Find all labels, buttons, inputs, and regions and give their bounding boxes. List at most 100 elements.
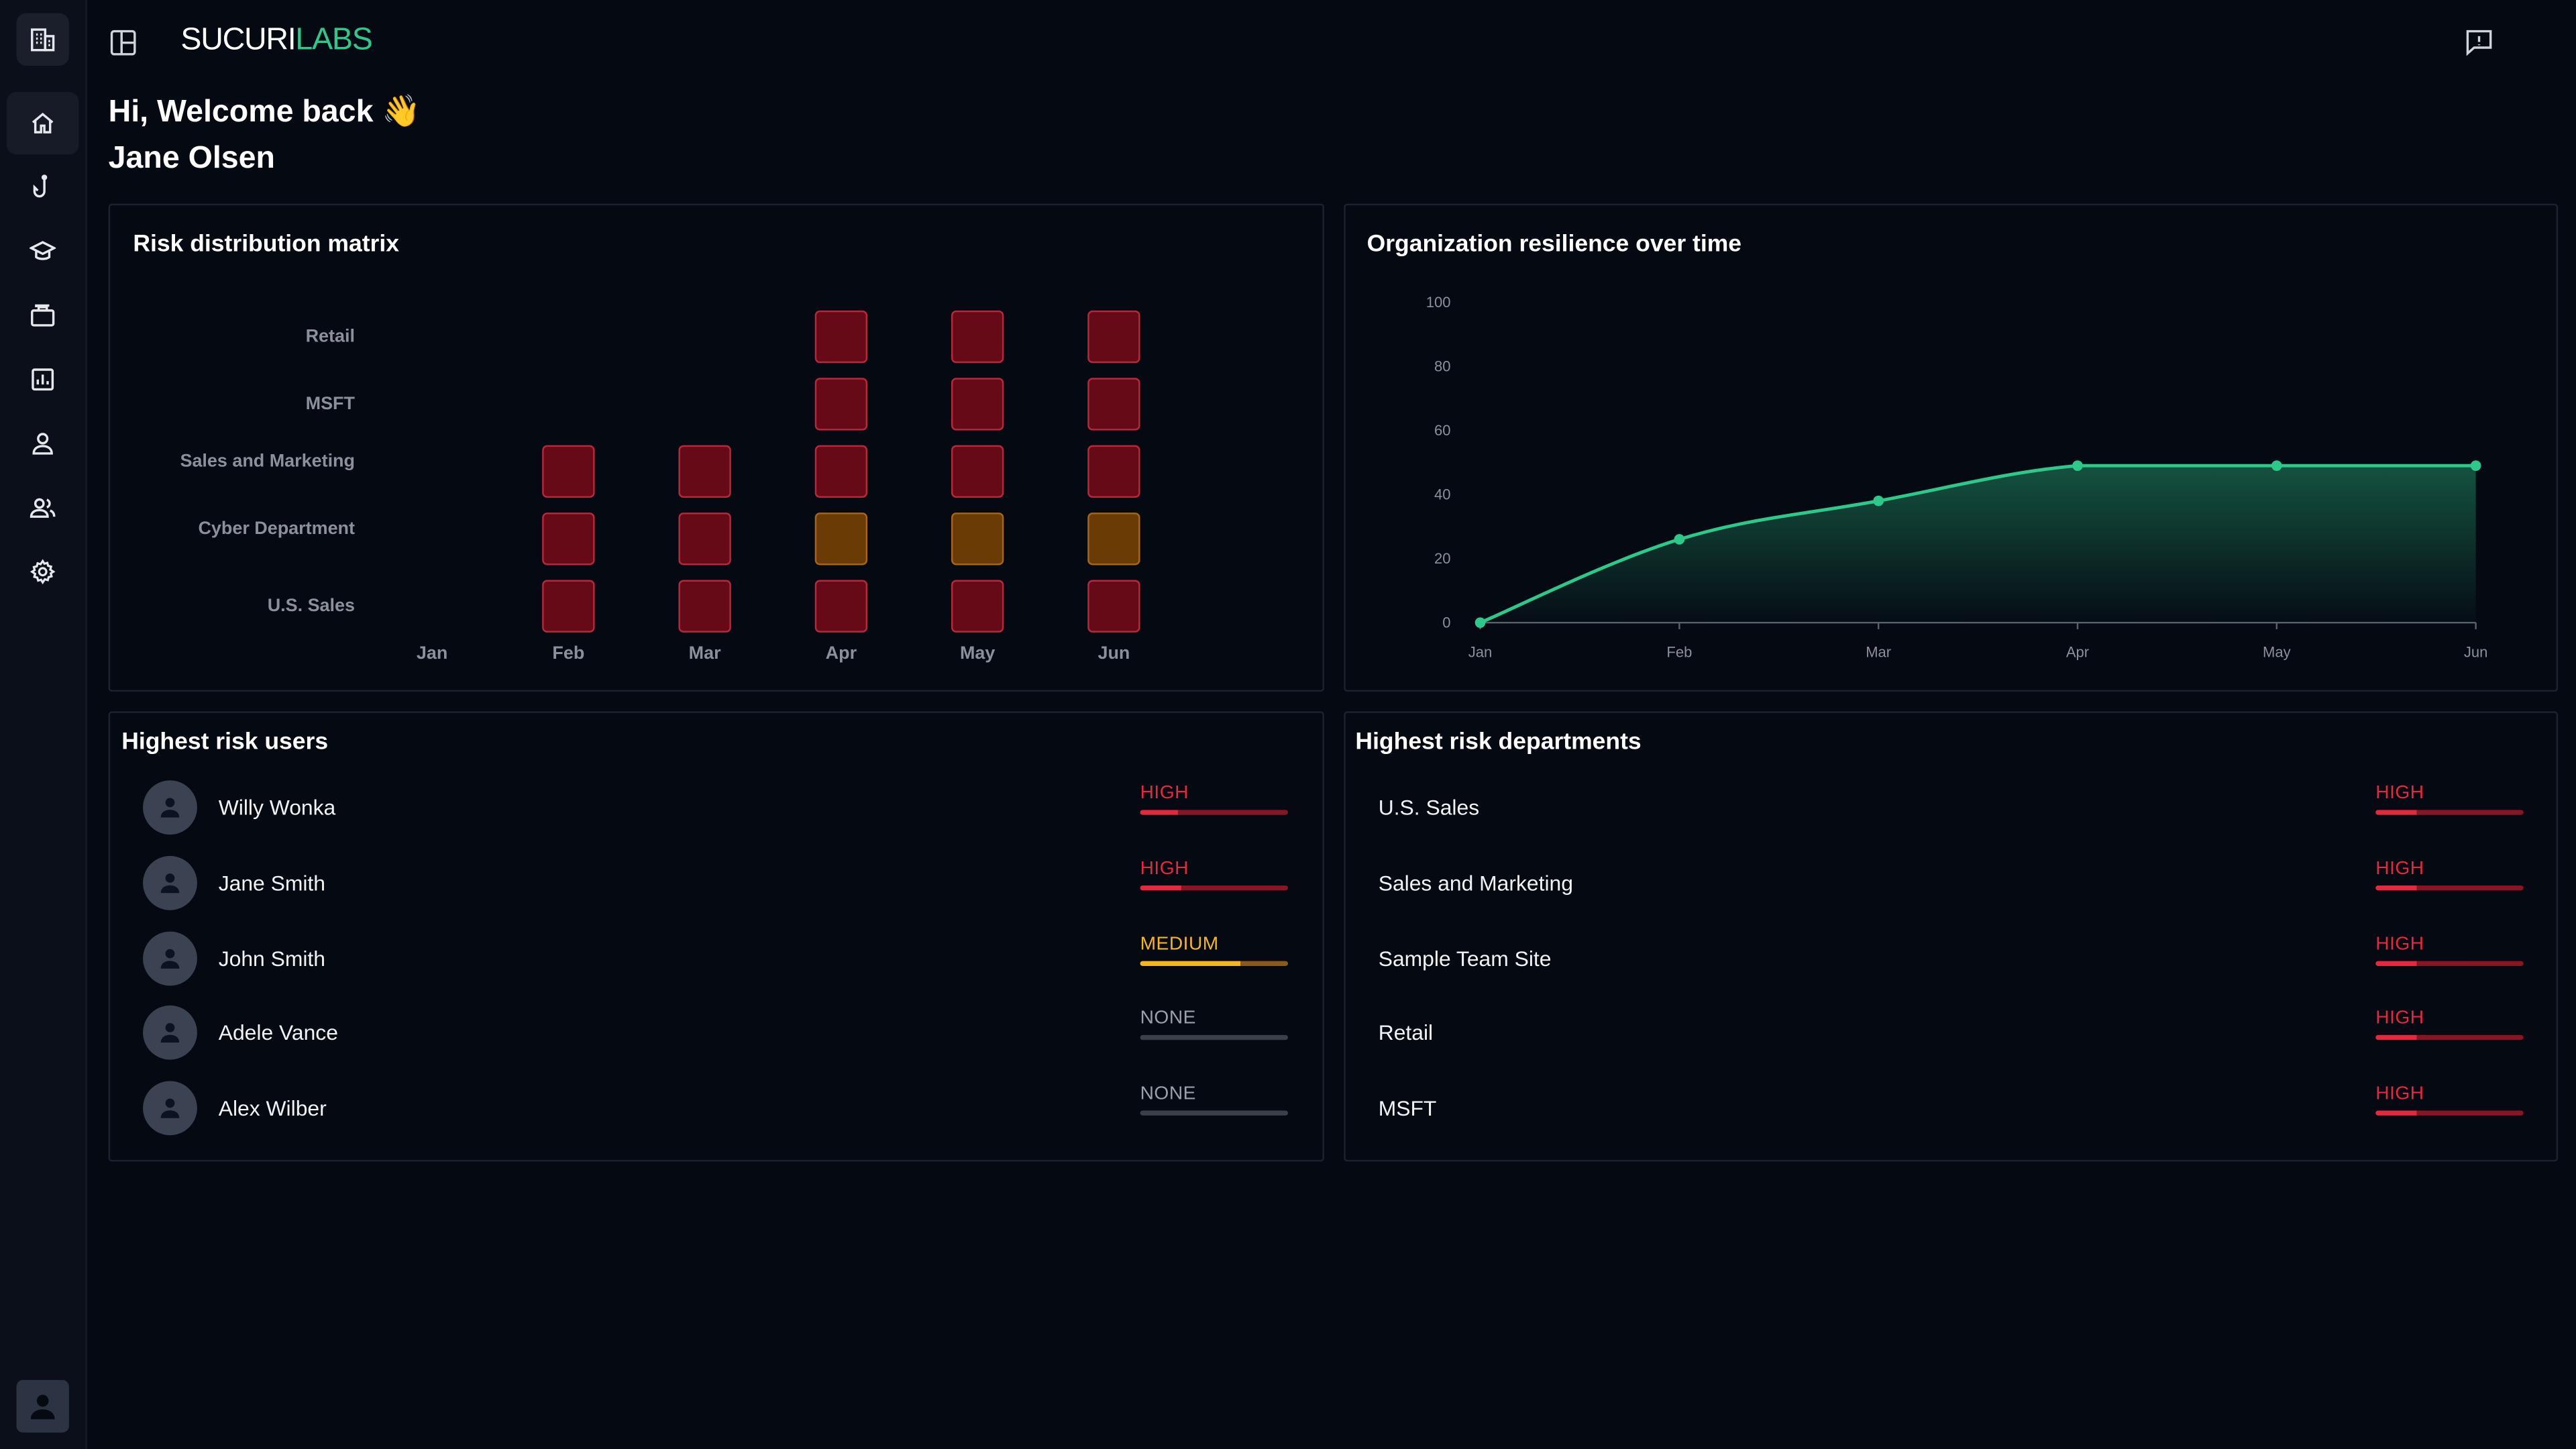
x-tick-label: Mar (1866, 644, 1891, 661)
brand-logo[interactable]: SUCURILABS (180, 23, 372, 59)
risk-user-row[interactable]: Adele Vance NONE (110, 1001, 1322, 1067)
sidebar-item-campaigns[interactable] (10, 288, 76, 343)
matrix-column-label: Apr (825, 644, 857, 664)
matrix-cell-high[interactable] (1087, 580, 1140, 633)
matrix-cell-high[interactable] (678, 445, 731, 498)
feedback-icon[interactable] (2463, 26, 2496, 59)
matrix-cell-high[interactable] (1087, 378, 1140, 431)
welcome-greeting: Hi, Welcome back 👋 (108, 95, 421, 130)
risk-matrix-title: Risk distribution matrix (133, 231, 399, 258)
matrix-cell-high[interactable] (542, 445, 595, 498)
matrix-cell-high[interactable] (951, 445, 1004, 498)
risk-level-label: HIGH (2375, 784, 2424, 804)
matrix-cell-medium[interactable] (814, 513, 868, 566)
sidebar-item-home[interactable] (6, 92, 79, 155)
user-icon (30, 1395, 55, 1419)
matrix-cell-high[interactable] (951, 378, 1004, 431)
matrix-cell-medium[interactable] (951, 513, 1004, 566)
resilience-data-point (2072, 460, 2083, 472)
resilience-data-point (1674, 534, 1685, 545)
risk-level-label: MEDIUM (1140, 934, 1219, 954)
user-icon (32, 433, 53, 455)
user-name: Jane Olsen (108, 141, 275, 176)
risk-level-bar (2375, 810, 2524, 815)
matrix-cell-high[interactable] (951, 580, 1004, 633)
resilience-chart-card: Organization resilience over time 0 20 40 6… (1344, 203, 2559, 692)
risk-users-title: Highest risk users (121, 729, 329, 756)
matrix-cell-high[interactable] (678, 580, 731, 633)
matrix-row-label: Retail (305, 327, 355, 347)
risk-level-bar (1140, 885, 1289, 890)
matrix-cell-medium[interactable] (1087, 513, 1140, 566)
risk-department-row[interactable]: U.S. Sales HIGH (1346, 775, 2557, 841)
resilience-data-point (2470, 460, 2481, 472)
sidebar-item-reports[interactable] (10, 352, 76, 407)
sidebar-toggle-icon[interactable] (109, 28, 138, 58)
x-tick-label: Feb (1666, 644, 1692, 661)
matrix-cell-high[interactable] (542, 580, 595, 633)
risk-level-bar (2375, 885, 2524, 890)
risk-level-label: HIGH (1140, 859, 1189, 879)
user-icon (160, 1023, 180, 1044)
risk-level-bar (1140, 960, 1289, 966)
y-tick-label: 20 (1434, 550, 1451, 567)
resilience-data-point (2271, 460, 2282, 472)
x-tick-label: Apr (2066, 644, 2089, 661)
resilience-area-fill (1480, 466, 2476, 623)
y-tick-label: 60 (1434, 422, 1451, 439)
avatar (143, 780, 197, 835)
risk-departments-title: Highest risk departments (1355, 729, 1642, 756)
risk-level-label: HIGH (2375, 859, 2424, 879)
matrix-cell-high[interactable] (1087, 310, 1140, 364)
matrix-row-label: U.S. Sales (267, 596, 355, 616)
department-name: Sales and Marketing (1378, 870, 1573, 896)
risk-department-row[interactable]: Sales and Marketing HIGH (1346, 851, 2557, 916)
risk-level-label: HIGH (2375, 934, 2424, 954)
matrix-cell-high[interactable] (542, 513, 595, 566)
account-avatar[interactable] (16, 1380, 69, 1433)
department-name: MSFT (1378, 1095, 1437, 1121)
matrix-cell-high[interactable] (814, 378, 868, 431)
risk-user-row[interactable]: Willy Wonka HIGH (110, 775, 1322, 841)
risk-user-row[interactable]: Jane Smith HIGH (110, 851, 1322, 916)
x-tick-label: Jan (1468, 644, 1493, 661)
risk-level-label: HIGH (2375, 1084, 2424, 1105)
sidebar-item-users[interactable] (10, 416, 76, 472)
sidebar-item-settings[interactable] (10, 544, 76, 600)
risk-department-row[interactable]: MSFT HIGH (1346, 1077, 2557, 1142)
risk-department-row[interactable]: Sample Team Site HIGH (1346, 926, 2557, 991)
risk-level-bar (2375, 1035, 2524, 1041)
risk-department-row[interactable]: Retail HIGH (1346, 1001, 2557, 1067)
risk-level-bar (2375, 1110, 2524, 1116)
sidebar-item-training[interactable] (10, 223, 76, 279)
y-tick-label: 100 (1426, 294, 1451, 311)
risk-level-label: HIGH (2375, 1009, 2424, 1030)
matrix-column-label: May (959, 644, 996, 664)
matrix-column-label: Jan (416, 644, 448, 664)
matrix-cell-high[interactable] (814, 310, 868, 364)
resilience-data-point (1873, 495, 1884, 506)
risk-level-label: HIGH (1140, 784, 1189, 804)
sidebar-item-phishing[interactable] (10, 160, 76, 215)
x-tick-label: May (2263, 644, 2291, 661)
matrix-cell-high[interactable] (814, 580, 868, 633)
department-name: Sample Team Site (1378, 945, 1552, 971)
matrix-cell-high[interactable] (951, 310, 1004, 364)
sidebar (0, 0, 87, 1449)
organization-icon[interactable] (16, 13, 69, 66)
user-name: Alex Wilber (218, 1095, 327, 1121)
risk-user-row[interactable]: Alex Wilber NONE (110, 1077, 1322, 1142)
risk-user-row[interactable]: John Smith MEDIUM (110, 926, 1322, 991)
matrix-column-label: Feb (552, 644, 585, 664)
matrix-cell-high[interactable] (678, 513, 731, 566)
sidebar-item-groups[interactable] (10, 480, 76, 535)
risk-departments-card: Highest risk departments U.S. Sales HIGH S… (1344, 711, 2559, 1162)
risk-level-label: NONE (1140, 1084, 1196, 1105)
matrix-cell-high[interactable] (814, 445, 868, 498)
matrix-cell-high[interactable] (1087, 445, 1140, 498)
y-tick-label: 80 (1434, 358, 1451, 374)
user-name: John Smith (218, 945, 326, 971)
avatar (143, 1081, 197, 1136)
y-tick-label: 0 (1442, 614, 1450, 631)
home-icon (32, 112, 54, 133)
